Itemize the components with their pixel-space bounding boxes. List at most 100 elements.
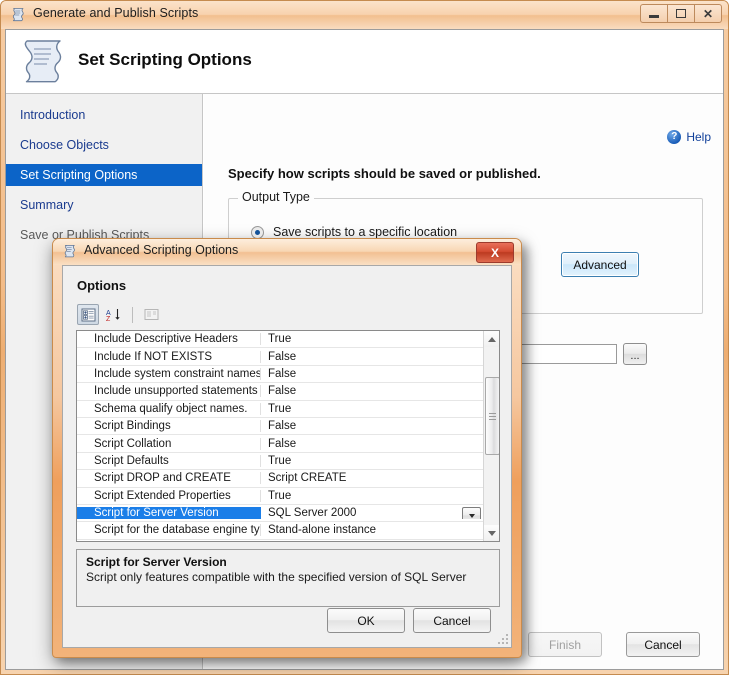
main-prompt: Specify how scripts should be saved or p… [228, 166, 541, 181]
property-name: Include If NOT EXISTS [77, 350, 261, 363]
property-grid-toolbar: A Z [77, 304, 162, 325]
table-row-selected[interactable]: Script for Server Version SQL Server 200… [77, 505, 483, 523]
sidebar-item-summary[interactable]: Summary [6, 194, 202, 216]
property-grid[interactable]: Include Descriptive Headers True Include… [76, 330, 500, 542]
cancel-button[interactable]: Cancel [626, 632, 700, 657]
dialog-client: Options A Z Include Descriptive Headers … [62, 265, 512, 648]
sidebar-item-label: Introduction [20, 108, 86, 122]
chevron-down-icon [487, 530, 496, 536]
property-value[interactable]: True [261, 403, 483, 415]
property-value[interactable]: True [261, 455, 483, 467]
svg-text:Z: Z [106, 316, 111, 322]
radio-button-icon[interactable] [251, 225, 264, 239]
property-name: Script Extended Properties [77, 489, 261, 502]
sidebar-item-choose-objects[interactable]: Choose Objects [6, 134, 202, 156]
sidebar-item-label: Choose Objects [20, 138, 109, 152]
page-header: Set Scripting Options [6, 30, 723, 94]
property-value-text: SQL Server 2000 [268, 507, 357, 520]
help-link[interactable]: ? Help [667, 130, 711, 144]
scrollbar-thumb[interactable] [485, 377, 499, 455]
property-grid-scrollbar[interactable] [483, 331, 499, 541]
table-row[interactable]: Include system constraint names False [77, 366, 483, 384]
finish-button: Finish [528, 632, 602, 657]
dialog-cancel-button[interactable]: Cancel [413, 608, 491, 633]
table-row[interactable]: Script Extended Properties True [77, 488, 483, 505]
property-value[interactable]: False [261, 420, 483, 432]
table-row[interactable]: Script Logins False [77, 540, 483, 541]
scroll-down-button[interactable] [484, 525, 499, 541]
dropdown-button[interactable] [462, 507, 481, 520]
property-name: Script DROP and CREATE [77, 472, 261, 485]
alphabetical-sort-icon: A Z [106, 308, 120, 322]
property-value[interactable]: False [261, 351, 483, 363]
options-heading: Options [77, 278, 127, 293]
sidebar-item-label: Summary [20, 198, 74, 212]
grip-icon [489, 411, 496, 422]
main-window-title: Generate and Publish Scripts [33, 6, 199, 20]
property-value[interactable]: False [261, 368, 483, 380]
property-value[interactable]: Script CREATE [261, 472, 483, 484]
property-value[interactable]: False [261, 438, 483, 450]
resize-grip-icon[interactable] [496, 632, 508, 644]
property-description-pane: Script for Server Version Script only fe… [76, 549, 500, 607]
radio-save-scripts-to-location[interactable]: Save scripts to a specific location [251, 225, 457, 239]
main-window-titlebar[interactable]: Generate and Publish Scripts ✕ [1, 1, 728, 29]
property-name: Script for Server Version [77, 507, 261, 520]
table-row[interactable]: Include Descriptive Headers True [77, 331, 483, 349]
table-row[interactable]: Schema qualify object names. True [77, 401, 483, 418]
table-row[interactable]: Script DROP and CREATE Script CREATE [77, 470, 483, 488]
categorized-view-icon [81, 308, 95, 321]
dialog-title: Advanced Scripting Options [84, 243, 239, 257]
page-title: Set Scripting Options [78, 50, 252, 69]
output-type-legend: Output Type [238, 190, 314, 204]
browse-button[interactable]: ... [623, 343, 647, 365]
chevron-down-icon [468, 513, 475, 518]
property-name: Include Descriptive Headers [77, 333, 261, 346]
scroll-up-button[interactable] [484, 331, 499, 347]
script-scroll-icon [64, 244, 75, 258]
radio-label: Save scripts to a specific location [273, 225, 458, 239]
dialog-close-button[interactable]: X [476, 242, 514, 263]
property-value[interactable]: False [261, 385, 483, 397]
close-icon: X [490, 245, 499, 260]
dialog-titlebar[interactable]: Advanced Scripting Options X [53, 239, 521, 265]
ok-button[interactable]: OK [327, 608, 405, 633]
table-row[interactable]: Script Bindings False [77, 418, 483, 436]
property-name: Include system constraint names [77, 367, 261, 380]
help-question-icon: ? [667, 130, 682, 144]
minimize-icon [649, 15, 659, 18]
sidebar-item-set-scripting-options[interactable]: Set Scripting Options [6, 164, 202, 186]
description-body: Script only features compatible with the… [86, 570, 467, 584]
property-value[interactable]: True [261, 333, 483, 345]
property-grid-rows: Include Descriptive Headers True Include… [77, 331, 483, 541]
table-row[interactable]: Script Collation False [77, 435, 483, 453]
description-heading: Script for Server Version [86, 555, 227, 569]
property-value[interactable]: True [261, 490, 483, 502]
table-row[interactable]: Script Defaults True [77, 453, 483, 471]
sidebar-item-introduction[interactable]: Introduction [6, 104, 202, 126]
property-value[interactable]: SQL Server 2000 [261, 507, 483, 520]
property-value[interactable]: Stand-alone instance [261, 524, 483, 536]
sidebar-item-label: Set Scripting Options [20, 168, 138, 182]
toolbar-separator [132, 306, 133, 323]
screen: Generate and Publish Scripts ✕ Set Scrip… [0, 0, 729, 675]
maximize-button[interactable] [667, 4, 695, 23]
property-name: Script Bindings [77, 420, 261, 433]
window-controls: ✕ [640, 4, 722, 23]
table-row[interactable]: Include If NOT EXISTS False [77, 348, 483, 366]
table-row[interactable]: Include unsupported statements False [77, 383, 483, 401]
maximize-icon [676, 9, 686, 18]
property-pages-button [140, 304, 162, 325]
minimize-button[interactable] [640, 4, 668, 23]
categorized-view-button[interactable] [77, 304, 99, 325]
property-name: Schema qualify object names. [77, 402, 261, 415]
table-row[interactable]: Script for the database engine type Stan… [77, 522, 483, 540]
script-scroll-icon [12, 8, 24, 22]
help-label: Help [686, 130, 711, 144]
advanced-button[interactable]: Advanced [561, 252, 639, 277]
property-name: Script Defaults [77, 454, 261, 467]
alphabetical-sort-button[interactable]: A Z [103, 304, 125, 325]
advanced-scripting-options-dialog: Advanced Scripting Options X Options A Z… [52, 238, 522, 658]
close-button[interactable]: ✕ [694, 4, 722, 23]
chevron-up-icon [487, 336, 496, 342]
